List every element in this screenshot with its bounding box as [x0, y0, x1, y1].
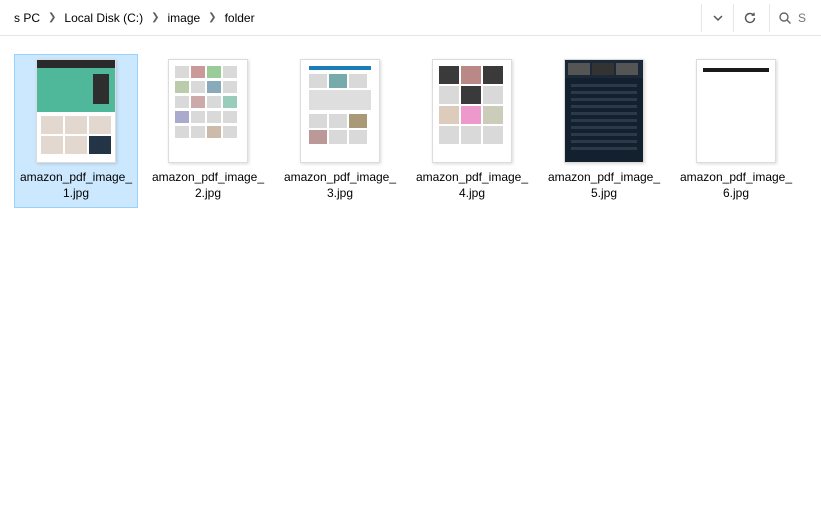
file-name: amazon_pdf_image_1.jpg — [17, 169, 135, 201]
breadcrumb-segment[interactable]: s PC — [8, 7, 46, 29]
chevron-right-icon[interactable]: ❯ — [46, 12, 58, 23]
file-grid: amazon_pdf_image_1.jpg amazon_pdf_image_… — [0, 36, 821, 216]
address-toolbar: s PC ❯ Local Disk (C:) ❯ image ❯ folder — [0, 0, 821, 36]
file-item[interactable]: amazon_pdf_image_3.jpg — [278, 54, 402, 208]
breadcrumb-segment[interactable]: Local Disk (C:) — [58, 7, 149, 29]
search-box[interactable] — [769, 4, 817, 32]
file-thumbnail — [696, 59, 776, 163]
chevron-right-icon[interactable]: ❯ — [149, 12, 161, 23]
file-name: amazon_pdf_image_5.jpg — [545, 169, 663, 201]
file-item[interactable]: amazon_pdf_image_4.jpg — [410, 54, 534, 208]
file-name: amazon_pdf_image_2.jpg — [149, 169, 267, 201]
chevron-right-icon[interactable]: ❯ — [206, 12, 218, 23]
file-item[interactable]: amazon_pdf_image_6.jpg — [674, 54, 798, 208]
file-item[interactable]: amazon_pdf_image_5.jpg — [542, 54, 666, 208]
file-thumbnail — [432, 59, 512, 163]
refresh-button[interactable] — [733, 4, 765, 32]
file-thumbnail — [300, 59, 380, 163]
recent-locations-dropdown[interactable] — [701, 4, 733, 32]
file-name: amazon_pdf_image_4.jpg — [413, 169, 531, 201]
file-item[interactable]: amazon_pdf_image_1.jpg — [14, 54, 138, 208]
breadcrumb-segment[interactable]: folder — [219, 7, 261, 29]
file-thumbnail — [168, 59, 248, 163]
breadcrumb: s PC ❯ Local Disk (C:) ❯ image ❯ folder — [4, 0, 701, 35]
file-thumbnail — [36, 59, 116, 163]
breadcrumb-segment[interactable]: image — [161, 7, 206, 29]
file-name: amazon_pdf_image_6.jpg — [677, 169, 795, 201]
file-name: amazon_pdf_image_3.jpg — [281, 169, 399, 201]
file-item[interactable]: amazon_pdf_image_2.jpg — [146, 54, 270, 208]
search-input[interactable] — [798, 11, 817, 25]
file-thumbnail — [564, 59, 644, 163]
search-icon — [778, 11, 792, 25]
